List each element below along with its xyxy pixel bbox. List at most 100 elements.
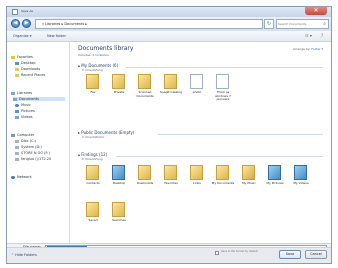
- file-list: Documents library Includes: 2 locations …: [70, 42, 331, 243]
- nav-drive-network[interactable]: fengluo (\\172.20: [15, 157, 51, 161]
- nav-favorites[interactable]: Favorites: [11, 55, 33, 59]
- file-item[interactable]: Think as windows 7 pioneers: [210, 74, 236, 104]
- my-music-icon: [242, 165, 255, 180]
- forward-button[interactable]: ▶: [22, 19, 31, 28]
- usb-drive-icon: [15, 151, 19, 155]
- nav-videos[interactable]: Videos: [15, 115, 33, 119]
- folder-item[interactable]: Contacts: [80, 165, 106, 195]
- folder-item[interactable]: SnagIt Catalog: [158, 74, 184, 104]
- folder-item[interactable]: My Videos: [288, 165, 314, 195]
- downloads-icon: [15, 67, 19, 71]
- arrange-by: Arrange by: Folder ▾: [293, 47, 323, 51]
- search-input[interactable]: [278, 21, 320, 27]
- cancel-button[interactable]: Cancel: [305, 250, 327, 259]
- new-folder-button[interactable]: New folder: [47, 34, 66, 38]
- help-button[interactable]: ?: [321, 33, 323, 38]
- address-box[interactable]: « Libraries ▸ Documents ▸: [35, 19, 263, 29]
- item-label: My Documents: [211, 181, 235, 185]
- nav-network[interactable]: Network: [11, 175, 32, 179]
- nav-label: Favorites: [17, 55, 33, 59]
- group-divider: [126, 67, 323, 68]
- hide-folders-toggle[interactable]: ⌃ Hide Folders: [11, 253, 37, 257]
- folder-item[interactable]: Scanned Documents: [132, 74, 158, 104]
- library-title: Documents library: [78, 45, 134, 52]
- nav-label: Libraries: [17, 91, 33, 95]
- nav-label: System (D:): [21, 145, 42, 149]
- nav-pictures[interactable]: Pictures: [15, 109, 35, 113]
- my-videos-icon: [294, 165, 307, 180]
- back-button[interactable]: ◀: [11, 19, 20, 28]
- search-icon: ⌕: [323, 21, 326, 27]
- nav-music[interactable]: Music: [15, 103, 31, 107]
- nav-computer[interactable]: Computer: [11, 133, 34, 137]
- my-pictures-icon: [268, 165, 281, 180]
- folder-icon: [112, 74, 125, 89]
- nav-drive-usb[interactable]: STORE N GO (F:): [15, 151, 50, 155]
- folder-item[interactable]: Links: [184, 165, 210, 195]
- view-options-button[interactable]: ☷ ▾: [305, 33, 312, 38]
- links-icon: [190, 165, 203, 180]
- nav-label: STORE N GO (F:): [21, 151, 50, 155]
- dialog-footer: ⌃ Hide Folders Save to file format by de…: [7, 247, 331, 263]
- library-includes: Includes: 2 locations: [78, 53, 109, 57]
- folder-item[interactable]: My Documents: [210, 165, 236, 195]
- group-path: C:\Users\Feng: [82, 68, 103, 72]
- folder-item[interactable]: Fax: [80, 74, 106, 104]
- videos-icon: [15, 115, 19, 119]
- drive-icon: [15, 139, 19, 143]
- nav-label: Videos: [21, 115, 33, 119]
- save-as-dialog: Save As ✕ ◀ ▶ « Libraries ▸ Documents ▸ …: [6, 6, 332, 264]
- folder-item[interactable]: Desktop: [106, 165, 132, 195]
- contacts-icon: [86, 165, 99, 180]
- default-format-label: Save to file format by default: [221, 250, 258, 253]
- nav-label: Computer: [17, 133, 35, 137]
- includes-link[interactable]: 2 locations: [92, 53, 108, 57]
- file-item[interactable]: photo: [184, 74, 210, 104]
- nav-label: Music: [21, 103, 31, 107]
- arrange-dropdown[interactable]: Folder ▾: [311, 47, 323, 51]
- nav-drive-c[interactable]: Disk (C:): [15, 139, 36, 143]
- nav-recent-places[interactable]: Recent Places: [15, 73, 45, 77]
- saved-games-icon: [86, 202, 99, 217]
- item-label: Links: [193, 181, 201, 185]
- folder-item[interactable]: Private: [106, 74, 132, 104]
- folder-item[interactable]: Downloads: [132, 165, 158, 195]
- folder-item[interactable]: Favorites: [158, 165, 184, 195]
- item-label: Private: [113, 90, 125, 94]
- breadcrumb[interactable]: « Libraries ▸ Documents ▸: [42, 22, 87, 26]
- organize-button[interactable]: Organize ▾: [13, 34, 32, 38]
- save-button[interactable]: Save: [279, 250, 301, 259]
- nav-desktop[interactable]: Desktop: [15, 61, 35, 65]
- group-path: C:\Users\Public: [82, 135, 105, 139]
- item-label: Think as windows 7 pioneers: [215, 90, 231, 101]
- item-label: Favorites: [164, 181, 178, 185]
- group-divider: [116, 156, 323, 157]
- item-label: photo: [192, 90, 202, 94]
- refresh-button[interactable]: ↻: [264, 19, 274, 29]
- document-icon: [190, 74, 203, 89]
- default-format-checkbox[interactable]: [215, 251, 219, 255]
- nav-libraries[interactable]: Libraries: [11, 91, 32, 95]
- pictures-icon: [15, 109, 19, 113]
- navigation-pane: Favorites Desktop Downloads Recent Place…: [7, 42, 70, 243]
- nav-downloads[interactable]: Downloads: [15, 67, 40, 71]
- folder-item[interactable]: Searches: [106, 202, 132, 232]
- item-label: My Pictures: [266, 181, 284, 185]
- close-button[interactable]: ✕: [305, 7, 327, 15]
- nav-label: Recent Places: [21, 73, 46, 77]
- favorites-icon: [164, 165, 177, 180]
- folder-item[interactable]: My Music: [236, 165, 262, 195]
- music-icon: [15, 103, 19, 107]
- nav-label: Pictures: [21, 109, 35, 113]
- item-label: My Videos: [293, 181, 309, 185]
- folder-item[interactable]: Saved: [80, 202, 106, 232]
- folder-item[interactable]: My Pictures: [262, 165, 288, 195]
- my-documents-icon: [216, 165, 229, 180]
- search-box[interactable]: ⌕: [276, 19, 329, 29]
- star-icon: [11, 55, 15, 59]
- downloads-icon: [138, 165, 151, 180]
- nav-drive-system[interactable]: System (D:): [15, 145, 42, 149]
- nav-documents[interactable]: Documents: [13, 97, 65, 101]
- nav-label: Downloads: [21, 67, 41, 71]
- searches-icon: [112, 202, 125, 217]
